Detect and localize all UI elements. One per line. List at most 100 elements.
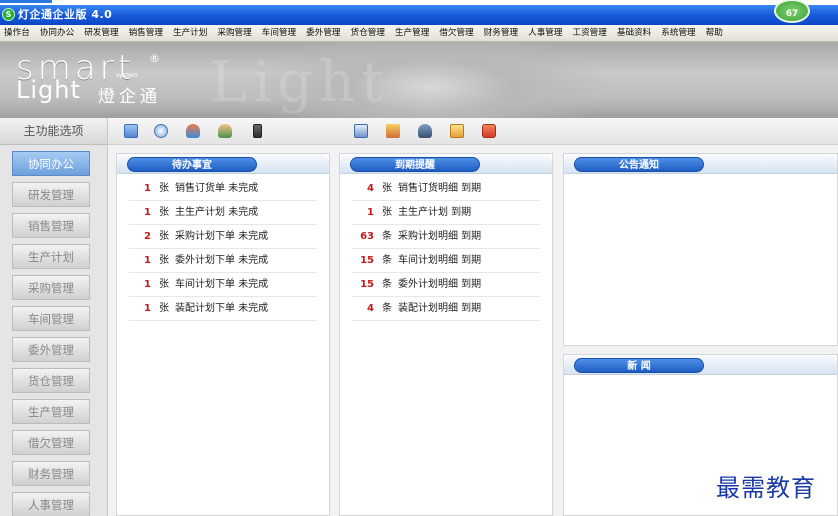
due-panel-title: 到期提醒 <box>350 157 480 172</box>
list-item[interactable]: 1 张主生产计划 未完成 <box>129 201 317 225</box>
item-text: 销售订货单 未完成 <box>175 183 259 194</box>
sidebar-item-outsource[interactable]: 委外管理 <box>12 337 90 362</box>
list-item[interactable]: 1 张销售订货单 未完成 <box>129 177 317 201</box>
item-text: 采购计划明细 到期 <box>398 231 482 242</box>
count: 15 <box>360 279 374 290</box>
count: 1 <box>144 279 151 290</box>
unit: 条 <box>382 279 392 290</box>
count: 1 <box>144 255 151 266</box>
sidebar-item-purchase[interactable]: 采购管理 <box>12 275 90 300</box>
news-panel-title: 新 闻 <box>574 358 704 373</box>
count: 1 <box>367 207 374 218</box>
menu-item-basic-data[interactable]: 基础资料 <box>617 25 651 42</box>
count: 15 <box>360 255 374 266</box>
person-icon[interactable] <box>218 124 232 138</box>
logo-chinese: 燈企通 <box>98 87 161 107</box>
sidebar-item-production-plan[interactable]: 生产计划 <box>12 244 90 269</box>
list-item[interactable]: 15 条车间计划明细 到期 <box>352 249 540 273</box>
sidebar-item-warehouse[interactable]: 货仓管理 <box>12 368 90 393</box>
menu-item-warehouse[interactable]: 货仓管理 <box>351 25 385 42</box>
unit: 张 <box>159 207 169 218</box>
logo-registered-mark: ® <box>149 52 160 65</box>
list-item[interactable]: 1 张主生产计划 到期 <box>352 201 540 225</box>
menu-item-payroll[interactable]: 工资管理 <box>572 25 606 42</box>
sidebar: 主功能选项 协同办公 研发管理 销售管理 生产计划 采购管理 车间管理 委外管理… <box>0 118 108 516</box>
item-text: 采购计划下单 未完成 <box>175 231 269 242</box>
list-item[interactable]: 2 张采购计划下单 未完成 <box>129 225 317 249</box>
menu-item-production-plan[interactable]: 生产计划 <box>173 25 207 42</box>
unit: 张 <box>382 207 392 218</box>
item-text: 装配计划下单 未完成 <box>175 303 269 314</box>
sidebar-item-finance[interactable]: 财务管理 <box>12 461 90 486</box>
list-item[interactable]: 1 张委外计划下单 未完成 <box>129 249 317 273</box>
unit: 条 <box>382 255 392 266</box>
menu-item-help[interactable]: 帮助 <box>706 25 723 42</box>
chart-icon[interactable] <box>386 124 400 138</box>
due-panel-header: 到期提醒 <box>340 154 552 174</box>
logo-system: system <box>116 72 138 79</box>
unit: 条 <box>382 303 392 314</box>
clock-badge[interactable]: 67 <box>774 0 810 23</box>
window-title: 灯企通企业版 4.0 <box>18 8 113 21</box>
unit: 张 <box>382 183 392 194</box>
list-item[interactable]: 4 条装配计划明细 到期 <box>352 297 540 321</box>
menu-item-system[interactable]: 系统管理 <box>661 25 695 42</box>
item-text: 委外计划明细 到期 <box>398 279 482 290</box>
menu-item-loan[interactable]: 借欠管理 <box>439 25 473 42</box>
todo-panel-title: 待办事宜 <box>127 157 257 172</box>
dashboard-content: 待办事宜 1 张销售订货单 未完成 1 张主生产计划 未完成 2 张采购计划下单 未完… <box>108 145 838 516</box>
menu-item-rd[interactable]: 研发管理 <box>84 25 118 42</box>
sidebar-item-office[interactable]: 协同办公 <box>12 151 90 176</box>
due-panel: 到期提醒 4 张销售订货明细 到期 1 张主生产计划 到期 63 条采购计划明细 到期… <box>339 153 553 516</box>
count: 2 <box>144 231 151 242</box>
menu-item-workshop[interactable]: 车间管理 <box>262 25 296 42</box>
list-item[interactable]: 1 张装配计划下单 未完成 <box>129 297 317 321</box>
todo-panel: 待办事宜 1 张销售订货单 未完成 1 张主生产计划 未完成 2 张采购计划下单 未完… <box>116 153 330 516</box>
team-icon[interactable] <box>418 124 432 138</box>
list-item[interactable]: 4 张销售订货明细 到期 <box>352 177 540 201</box>
unit: 张 <box>159 183 169 194</box>
top-link-strip <box>0 0 52 3</box>
menu-item-sales[interactable]: 销售管理 <box>129 25 163 42</box>
sidebar-item-loan[interactable]: 借欠管理 <box>12 430 90 455</box>
sidebar-item-workshop[interactable]: 车间管理 <box>12 306 90 331</box>
news-panel-header: 新 闻 <box>564 355 837 375</box>
window-titlebar: S 灯企通企业版 4.0 67 <box>0 0 838 25</box>
menu-item-production[interactable]: 生产管理 <box>395 25 429 42</box>
notice-panel: 公告通知 <box>563 153 838 346</box>
count: 63 <box>360 231 374 242</box>
sidebar-header: 主功能选项 <box>0 118 107 145</box>
sidebar-item-hr[interactable]: 人事管理 <box>12 492 90 516</box>
banner-ghost-text: Light <box>210 50 390 115</box>
sidebar-item-rd[interactable]: 研发管理 <box>12 182 90 207</box>
users-icon[interactable] <box>186 124 200 138</box>
sidebar-item-production[interactable]: 生产管理 <box>12 399 90 424</box>
menu-item-finance[interactable]: 财务管理 <box>484 25 518 42</box>
count: 1 <box>144 207 151 218</box>
calendar-icon[interactable] <box>354 124 368 138</box>
list-item[interactable]: 15 条委外计划明细 到期 <box>352 273 540 297</box>
clock-icon[interactable] <box>154 124 168 138</box>
note-icon[interactable] <box>450 124 464 138</box>
stop-icon[interactable] <box>482 124 496 138</box>
item-text: 委外计划下单 未完成 <box>175 255 269 266</box>
list-item[interactable]: 1 张车间计划下单 未完成 <box>129 273 317 297</box>
menu-bar: 操作台 协同办公 研发管理 销售管理 生产计划 采购管理 车间管理 委外管理 货… <box>0 25 838 42</box>
phone-icon[interactable] <box>253 124 262 138</box>
menu-item-office[interactable]: 协同办公 <box>40 25 74 42</box>
list-item[interactable]: 63 条采购计划明细 到期 <box>352 225 540 249</box>
sidebar-item-sales[interactable]: 销售管理 <box>12 213 90 238</box>
notice-panel-header: 公告通知 <box>564 154 837 174</box>
notice-panel-title: 公告通知 <box>574 157 704 172</box>
unit: 张 <box>159 279 169 290</box>
unit: 张 <box>159 255 169 266</box>
menu-item-console[interactable]: 操作台 <box>4 25 30 42</box>
menu-item-purchase[interactable]: 采购管理 <box>217 25 251 42</box>
quick-toolbar <box>108 118 838 145</box>
mail-icon[interactable] <box>124 124 138 138</box>
menu-item-hr[interactable]: 人事管理 <box>528 25 562 42</box>
app-icon: S <box>2 8 15 21</box>
todo-panel-header: 待办事宜 <box>117 154 329 174</box>
logo-light: Light <box>16 76 81 104</box>
menu-item-outsource[interactable]: 委外管理 <box>306 25 340 42</box>
